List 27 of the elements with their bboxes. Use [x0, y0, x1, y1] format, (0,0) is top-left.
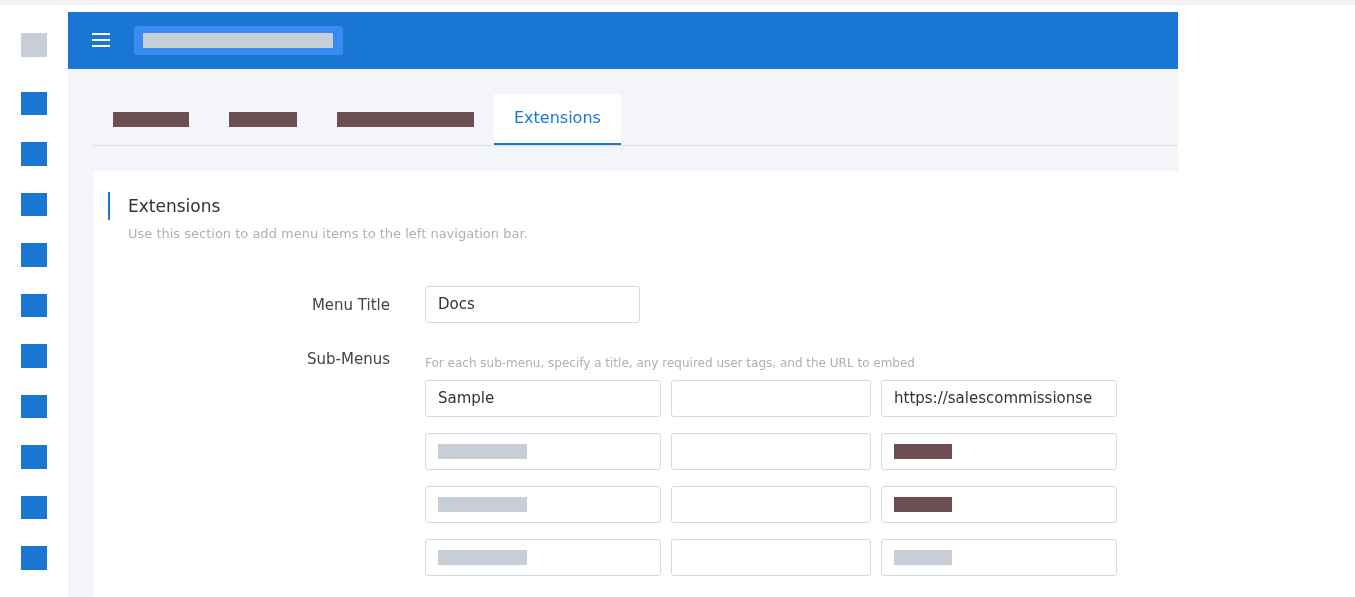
input-field[interactable]	[425, 433, 661, 470]
input-field[interactable]: https://salescommissionse	[881, 380, 1117, 417]
input-field[interactable]	[881, 539, 1117, 576]
title-field[interactable]	[134, 25, 343, 55]
tab[interactable]: Extensions	[494, 93, 621, 145]
input-field[interactable]	[671, 486, 871, 523]
input-field[interactable]: Docs	[425, 286, 640, 323]
input-field[interactable]	[671, 539, 871, 576]
input-field[interactable]: Sample	[425, 380, 661, 417]
nav-icon[interactable]	[21, 495, 47, 520]
input-field[interactable]	[425, 539, 661, 576]
input-field[interactable]	[671, 433, 871, 470]
nav-icon[interactable]	[21, 394, 47, 419]
field-label: Menu Title	[310, 295, 391, 316]
menu-icon[interactable]	[92, 33, 110, 48]
nav-icon[interactable]	[21, 91, 47, 116]
section-description: Use this section to add menu items to the left navigation bar.	[128, 224, 529, 243]
hint-text: For each sub-menu, specify a title, any required user tags, and the URL to embed	[425, 355, 916, 372]
input-field[interactable]	[881, 433, 1117, 470]
logo-icon[interactable]	[21, 33, 47, 57]
nav-icon[interactable]	[21, 293, 47, 318]
field-label: Sub-Menus	[306, 349, 391, 370]
input-field[interactable]	[425, 486, 661, 523]
nav-icon[interactable]	[21, 192, 47, 217]
section-title: Extensions	[108, 191, 1163, 220]
input-field[interactable]	[881, 486, 1117, 523]
input-field[interactable]	[671, 380, 871, 417]
